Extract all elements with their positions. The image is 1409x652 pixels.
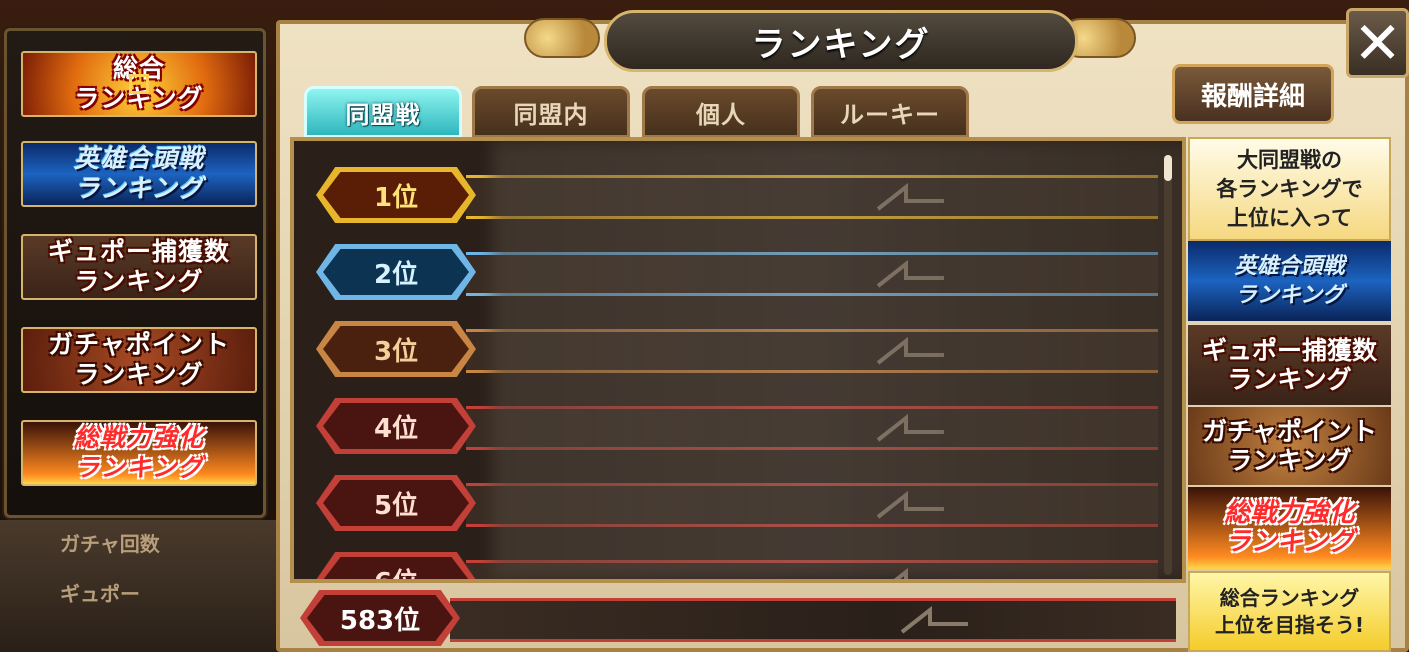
background-label: ギュポー <box>60 582 140 606</box>
sidebar-item-hero-battle-ranking[interactable]: 英雄合頭戦 ランキング <box>21 141 257 207</box>
tab-individual[interactable]: 個人 <box>642 86 800 138</box>
sidebar-item-label: 英雄合頭戦 ランキング <box>73 144 204 203</box>
ranking-row[interactable]: 2位 <box>316 244 1158 304</box>
rank-badge: 1位 <box>316 167 476 223</box>
chevron-icon <box>876 183 944 211</box>
info-text-bottom: 総合ランキング 上位を目指そう! <box>1188 571 1391 652</box>
banner-hero-battle: 英雄合頭戦 ランキング <box>1188 241 1391 321</box>
tab-rookie[interactable]: ルーキー <box>811 86 969 138</box>
rank-badge: 583位 <box>300 590 460 646</box>
ranking-info-banner: 大同盟戦の 各ランキングで 上位に入って 英雄合頭戦 ランキング ギュポー捕獲数… <box>1188 137 1391 652</box>
rank-badge: 5位 <box>316 475 476 531</box>
ranking-row[interactable]: 5位 <box>316 475 1158 535</box>
ranking-row[interactable]: 6位 <box>316 552 1158 579</box>
ranking-category-sidebar: 総合 ランキング 英雄合頭戦 ランキング ギュポー捕獲数 ランキング ガチャポイ… <box>4 28 266 518</box>
info-text-top: 大同盟戦の 各ランキングで 上位に入って <box>1188 137 1391 241</box>
chevron-icon <box>893 568 908 579</box>
sidebar-item-label: 総戦力強化 ランキング <box>73 423 204 482</box>
ranking-row[interactable]: 4位 <box>316 398 1158 458</box>
sidebar-item-gacha-point-ranking[interactable]: ガチャポイント ランキング <box>21 327 257 393</box>
chevron-icon <box>876 491 944 519</box>
ranking-row[interactable]: 3位 <box>316 321 1158 381</box>
sidebar-item-power-up-ranking[interactable]: 総戦力強化 ランキング <box>21 420 257 486</box>
chevron-icon <box>876 337 944 365</box>
sidebar-item-label: ガチャポイント ランキング <box>48 330 230 389</box>
rank-badge: 4位 <box>316 398 476 454</box>
sidebar-item-label: ギュポー捕獲数 ランキング <box>47 237 230 296</box>
chevron-icon <box>900 606 968 634</box>
close-icon: ✕ <box>1353 9 1402 77</box>
rank-label: 6位 <box>323 557 469 579</box>
page-title: ランキング <box>604 10 1078 72</box>
ranking-row[interactable]: 1位 <box>316 167 1158 227</box>
tab-alliance-battle[interactable]: 同盟戦 <box>304 86 462 138</box>
banner-power-up: 総戦力強化 ランキング <box>1188 487 1391 569</box>
chevron-icon <box>876 414 944 442</box>
my-rank-row[interactable]: 583位 <box>300 588 1176 652</box>
my-rank-label: 583位 <box>307 595 453 641</box>
banner-gacha-point: ガチャポイント ランキング <box>1188 407 1391 485</box>
rank-label: 1位 <box>323 172 469 218</box>
rank-label: 3位 <box>323 326 469 372</box>
scrollbar-track[interactable] <box>1164 155 1172 575</box>
rank-badge: 6位 <box>316 552 476 579</box>
rank-label: 5位 <box>323 480 469 526</box>
banner-gyupo-capture: ギュポー捕獲数 ランキング <box>1188 325 1391 405</box>
reward-details-button[interactable]: 報酬詳細 <box>1172 64 1334 124</box>
tab-within-alliance[interactable]: 同盟内 <box>472 86 630 138</box>
rank-badge: 3位 <box>316 321 476 377</box>
rank-label: 4位 <box>323 403 469 449</box>
close-button[interactable]: ✕ <box>1346 8 1409 78</box>
chevron-icon <box>876 260 944 288</box>
rank-badge: 2位 <box>316 244 476 300</box>
background-label: ガチャ回数 <box>60 532 160 556</box>
rank-label: 2位 <box>323 249 469 295</box>
ranking-list[interactable]: 1位 2位 3位 4位 5位 6位 <box>290 137 1186 583</box>
scrollbar-thumb[interactable] <box>1164 155 1172 181</box>
sidebar-item-overall-ranking[interactable]: 総合 ランキング <box>21 51 257 117</box>
cloud-ornament-icon <box>524 18 600 58</box>
sidebar-item-gyupo-capture-ranking[interactable]: ギュポー捕獲数 ランキング <box>21 234 257 300</box>
sidebar-item-label: 総合 ランキング <box>74 54 204 113</box>
